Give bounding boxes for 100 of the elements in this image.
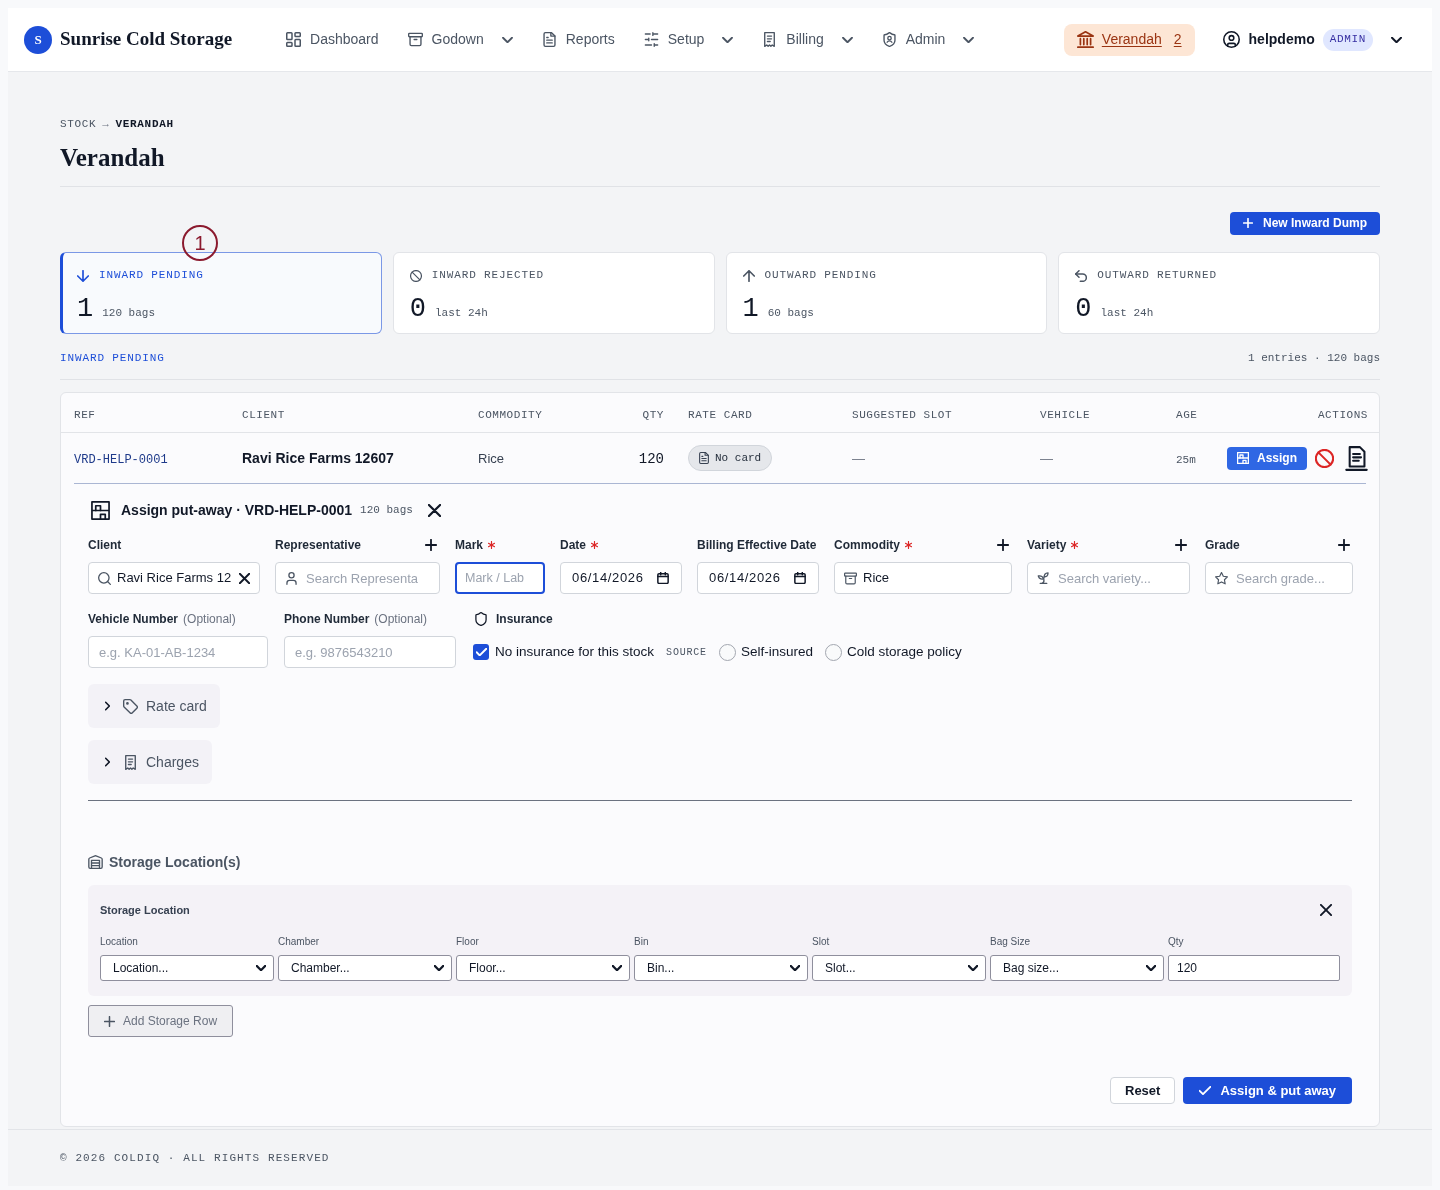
checkbox[interactable] (473, 644, 489, 660)
field-label: Floor (456, 936, 479, 948)
column-header: REF (74, 408, 96, 421)
search-icon (98, 571, 111, 585)
plus-icon[interactable] (1175, 539, 1187, 551)
select-field[interactable]: Bag size... (990, 955, 1164, 981)
select-field[interactable]: Slot... (812, 955, 986, 981)
receipt-icon[interactable] (1345, 445, 1368, 471)
chevron-down-icon (612, 965, 622, 971)
breadcrumb-current: VERANDAH (115, 117, 174, 132)
nav-item[interactable]: Admin (881, 23, 975, 56)
radio-button[interactable] (718, 643, 736, 661)
stat-card[interactable]: OUTWARD PENDING 1 60 bags (725, 251, 1048, 334)
assign-button[interactable]: Assign (1227, 446, 1307, 470)
rate-card-text: No card (715, 450, 762, 466)
form-title: Assign put-away · VRD-HELP-0001 (121, 500, 353, 520)
radio-label: Cold storage policy (846, 642, 962, 661)
field-label: Phone Number (284, 611, 370, 628)
table-cell: 25m (1176, 454, 1196, 466)
location-link[interactable]: Verandah 2 (1063, 23, 1195, 56)
field-label: Client (88, 537, 122, 554)
breadcrumb-link[interactable]: STOCK (60, 116, 97, 133)
radio-label: Self-insured (740, 642, 813, 661)
callout-marker: 1 (182, 224, 218, 261)
table-cell: — (1040, 451, 1053, 466)
collapsible-toggle[interactable]: Charges (88, 740, 212, 784)
collapsible-toggle[interactable]: Rate card (88, 684, 220, 728)
qty-input[interactable]: 120 (1168, 955, 1340, 981)
entries-summary: 1 entries · 120 bags (1247, 350, 1380, 366)
warehouse-icon (88, 855, 103, 869)
stat-card[interactable]: OUTWARD RETURNED 0 last 24h (1058, 251, 1380, 334)
search-field[interactable]: Search Representa (275, 562, 440, 594)
submit-button[interactable]: Assign & put away (1183, 1077, 1352, 1104)
user-icon (285, 572, 298, 585)
receipt-icon (123, 754, 138, 770)
nav-item[interactable]: Dashboard (286, 23, 379, 56)
breadcrumb-separator: → (102, 117, 110, 132)
ban-icon[interactable] (1315, 448, 1334, 468)
text-input[interactable]: Mark / Lab (455, 562, 545, 594)
plus-icon[interactable] (1338, 539, 1350, 551)
pavilion-icon (1076, 31, 1094, 48)
chevron-down-icon (256, 965, 266, 971)
lookup-field[interactable]: Ravi Rice Farms 12 (88, 562, 260, 594)
shield-user-icon (881, 32, 897, 47)
select-field[interactable]: Bin... (634, 955, 808, 981)
chevron-down-icon[interactable] (1391, 36, 1402, 43)
nav-item[interactable]: Setup (643, 23, 734, 56)
section-title: Storage Location(s) (109, 852, 241, 872)
stat-count: 0 (409, 294, 426, 323)
plus-icon (1243, 218, 1253, 228)
source-label: SOURCE (666, 645, 707, 660)
plus-icon[interactable] (425, 539, 437, 551)
optional-hint: (Optional) (183, 611, 236, 628)
lookup-field[interactable]: Rice (834, 562, 1012, 594)
reset-button[interactable]: Reset (1110, 1077, 1176, 1104)
ban-icon (409, 269, 422, 282)
plus-icon[interactable] (997, 539, 1009, 551)
field-label: Billing Effective Date (697, 537, 817, 554)
stat-caption: 120 bags (102, 305, 155, 321)
clear-icon[interactable] (239, 572, 250, 584)
nav-item[interactable]: Reports (541, 23, 615, 56)
field-label: Variety (1027, 537, 1067, 554)
table-cell: 120 (638, 451, 664, 467)
chevron-right-icon (105, 701, 110, 711)
search-field[interactable]: Search variety... (1027, 562, 1190, 594)
star-icon (1215, 572, 1228, 585)
select-field[interactable]: Location... (100, 955, 274, 981)
stat-count: 1 (77, 294, 94, 323)
dashboard-icon (286, 32, 302, 47)
column-header: CLIENT (242, 408, 285, 421)
nav-item[interactable]: Godown (407, 23, 513, 56)
field-label: Vehicle Number (88, 611, 179, 628)
check-icon (1199, 1086, 1212, 1095)
stat-card[interactable]: INWARD PENDING 1 120 bags (60, 251, 382, 334)
stat-card[interactable]: INWARD REJECTED 0 last 24h (392, 251, 715, 334)
close-icon[interactable] (427, 503, 441, 517)
plus-icon (104, 1015, 115, 1027)
field-label: Grade (1205, 537, 1240, 554)
document-icon (541, 32, 557, 47)
select-field[interactable]: Floor... (456, 955, 630, 981)
add-row-button[interactable]: Add Storage Row (88, 1005, 234, 1037)
chevron-down-icon (968, 965, 978, 971)
stat-label: OUTWARD PENDING (764, 268, 877, 284)
date-field[interactable]: 06/14/2026 (697, 562, 819, 594)
close-icon[interactable] (1320, 904, 1332, 916)
user-avatar-icon (1222, 31, 1240, 48)
radio-button[interactable] (824, 643, 842, 661)
calendar-icon (657, 572, 669, 584)
new-inward-dump-button[interactable]: New Inward Dump (1230, 211, 1380, 235)
user-name: helpdemo (1248, 30, 1315, 49)
stat-caption: last 24h (434, 305, 488, 321)
column-header: RATE CARD (688, 408, 753, 421)
select-field[interactable]: Chamber... (278, 955, 452, 981)
field-label: Insurance (496, 611, 553, 628)
ref-link[interactable]: VRD-HELP-0001 (74, 453, 168, 467)
brand-name: Sunrise Cold Storage (60, 27, 233, 52)
column-header: AGE (1176, 408, 1198, 421)
nav-item[interactable]: Billing (762, 23, 853, 56)
date-field[interactable]: 06/14/2026 (560, 562, 682, 594)
search-field[interactable]: Search grade... (1205, 562, 1353, 594)
